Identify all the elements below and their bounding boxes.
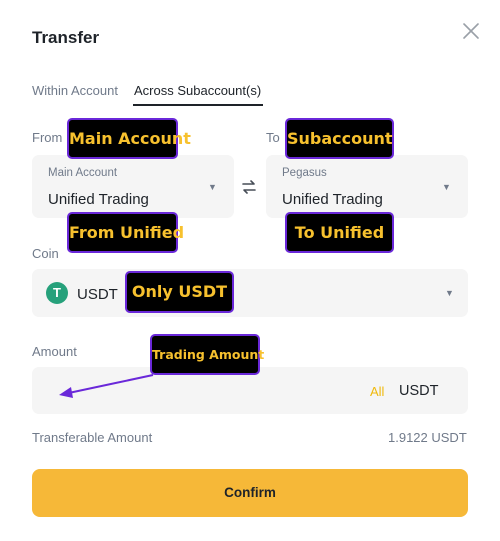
from-account-select[interactable] (32, 155, 234, 218)
annotation-from-unified: From Unified (67, 212, 184, 253)
all-button[interactable]: All (370, 384, 384, 399)
annotation-trading-amount: Trading Amount (150, 334, 264, 375)
annotation-main-account: Main Account (67, 118, 191, 159)
transferable-value: 1.9122 USDT (388, 430, 467, 445)
from-account-name: Main Account (48, 167, 118, 179)
swap-icon[interactable] (240, 176, 258, 198)
chevron-down-icon: ▼ (208, 182, 217, 192)
close-icon[interactable] (460, 20, 482, 42)
to-account-name: Pegasus (282, 167, 327, 179)
coin-value: USDT (77, 286, 118, 303)
to-label: To (266, 130, 280, 145)
tether-icon: T (46, 282, 68, 304)
transferable-label: Transferable Amount (32, 430, 153, 445)
tab-across-subaccounts[interactable]: Across Subaccount(s) (133, 83, 264, 106)
annotation-only-usdt: Only USDT (125, 271, 234, 313)
annotation-to-unified: To Unified (285, 212, 394, 253)
amount-unit: USDT (399, 383, 439, 399)
tab-within-account[interactable]: Within Account (32, 83, 118, 106)
annotation-subaccount: Subaccount (285, 118, 394, 159)
transfer-tabs: Within Account Across Subaccount(s) (32, 83, 279, 106)
chevron-down-icon: ▼ (445, 288, 454, 298)
page-title: Transfer (32, 28, 100, 47)
coin-label: Coin (32, 246, 59, 261)
chevron-down-icon: ▼ (442, 182, 451, 192)
amount-label: Amount (32, 344, 77, 359)
to-account-select[interactable] (266, 155, 468, 218)
from-account-type: Unified Trading (48, 191, 149, 208)
annotation-arrow-icon (59, 374, 154, 398)
from-label: From (32, 130, 63, 145)
confirm-button[interactable]: Confirm (32, 469, 468, 517)
to-account-type: Unified Trading (282, 191, 383, 208)
